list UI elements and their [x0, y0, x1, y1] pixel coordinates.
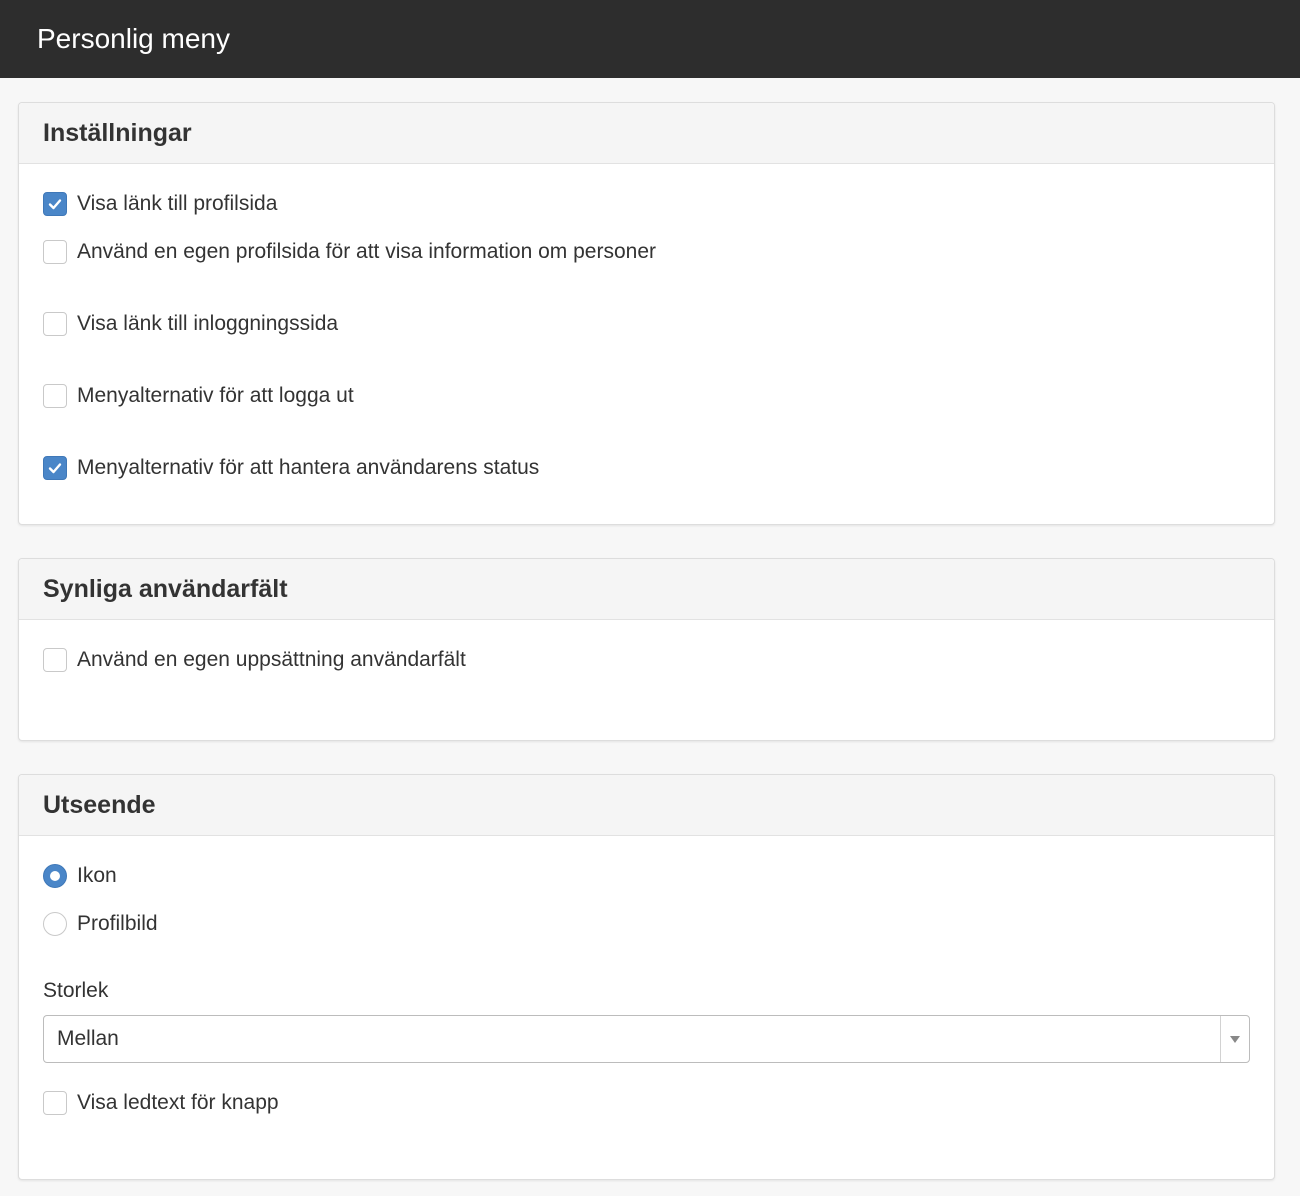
checkbox-label: Använd en egen profilsida för att visa i…: [77, 240, 656, 263]
radio-unselected-icon[interactable]: [43, 912, 67, 936]
checkbox-custom-profile-page[interactable]: Använd en egen profilsida för att visa i…: [43, 234, 1250, 270]
checkbox-label: Visa länk till profilsida: [77, 192, 278, 215]
settings-panel-header: Inställningar: [19, 103, 1274, 164]
appearance-panel: Utseende Ikon Profilbild Storlek Mellan …: [18, 774, 1275, 1180]
appearance-panel-header: Utseende: [19, 775, 1274, 836]
chevron-down-icon: [1230, 1035, 1240, 1043]
checkbox-show-button-tooltip[interactable]: Visa ledtext för knapp: [43, 1085, 1250, 1121]
settings-panel-title: Inställningar: [43, 118, 192, 147]
checkbox-checked-icon[interactable]: [43, 456, 67, 480]
checkbox-label: Använd en egen uppsättning användarfält: [77, 648, 466, 671]
radio-selected-icon[interactable]: [43, 864, 67, 888]
radio-label: Profilbild: [77, 912, 158, 935]
checkbox-checked-icon[interactable]: [43, 192, 67, 216]
radio-profile-picture[interactable]: Profilbild: [43, 906, 1250, 942]
visible-fields-panel-header: Synliga användarfält: [19, 559, 1274, 620]
checkbox-label: Visa länk till inloggningssida: [77, 312, 339, 335]
checkbox-unchecked-icon[interactable]: [43, 240, 67, 264]
visible-fields-panel-title: Synliga användarfält: [43, 574, 288, 603]
checkbox-unchecked-icon[interactable]: [43, 1091, 67, 1115]
visible-fields-panel: Synliga användarfält Använd en egen upps…: [18, 558, 1275, 741]
settings-panel: Inställningar Visa länk till profilsida …: [18, 102, 1275, 525]
checkbox-unchecked-icon[interactable]: [43, 648, 67, 672]
main-content: Inställningar Visa länk till profilsida …: [0, 78, 1300, 1180]
checkbox-label: Menyalternativ för att logga ut: [77, 384, 354, 407]
page-title: Personlig meny: [37, 23, 230, 54]
select-dropdown-button[interactable]: [1220, 1016, 1249, 1062]
size-select-value: Mellan: [57, 1027, 119, 1050]
visible-fields-panel-body: Använd en egen uppsättning användarfält: [19, 620, 1274, 678]
settings-panel-body: Visa länk till profilsida Använd en egen…: [19, 164, 1274, 486]
checkbox-unchecked-icon[interactable]: [43, 384, 67, 408]
checkbox-label: Visa ledtext för knapp: [77, 1091, 279, 1114]
checkbox-show-login-link[interactable]: Visa länk till inloggningssida: [43, 306, 1250, 342]
checkbox-show-profile-link[interactable]: Visa länk till profilsida: [43, 186, 1250, 222]
checkbox-unchecked-icon[interactable]: [43, 312, 67, 336]
appearance-panel-title: Utseende: [43, 790, 156, 819]
checkbox-custom-user-fields[interactable]: Använd en egen uppsättning användarfält: [43, 642, 1250, 678]
checkbox-user-status-menu-option[interactable]: Menyalternativ för att hantera användare…: [43, 450, 1250, 486]
checkbox-label: Menyalternativ för att hantera användare…: [77, 456, 540, 479]
size-label: Storlek: [43, 979, 109, 1002]
appearance-panel-body: Ikon Profilbild Storlek Mellan Visa ledt…: [19, 836, 1274, 1121]
top-bar: Personlig meny: [0, 0, 1300, 78]
checkbox-logout-menu-option[interactable]: Menyalternativ för att logga ut: [43, 378, 1250, 414]
size-select[interactable]: Mellan: [43, 1015, 1250, 1063]
radio-icon[interactable]: Ikon: [43, 858, 1250, 894]
radio-label: Ikon: [77, 864, 117, 887]
